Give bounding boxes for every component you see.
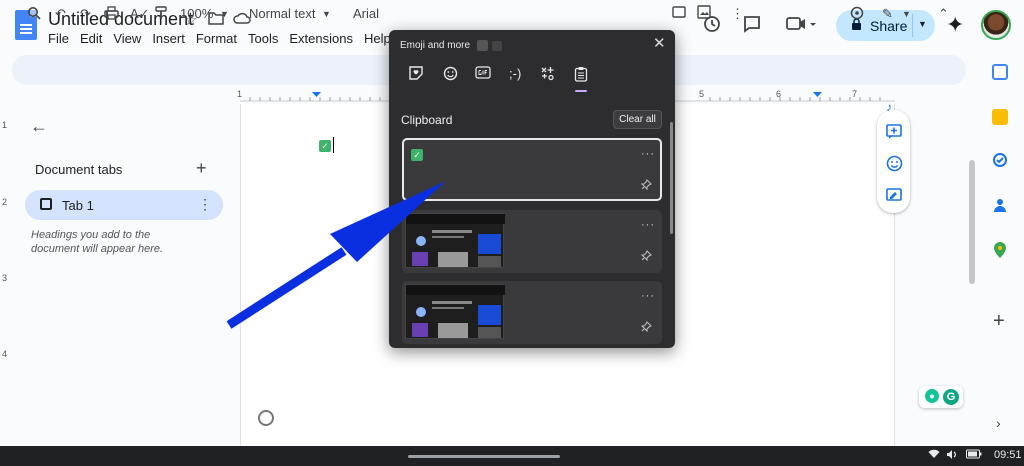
clipboard-item-more[interactable]: ···	[641, 219, 655, 231]
pin-icon[interactable]	[640, 179, 652, 193]
menu-edit[interactable]: Edit	[80, 31, 102, 46]
tab-1[interactable]	[25, 190, 223, 220]
suggest-edits-icon[interactable]	[886, 188, 902, 208]
menu-insert[interactable]: Insert	[152, 31, 185, 46]
tab-stickers-icon[interactable]	[409, 66, 423, 83]
menu-tools[interactable]: Tools	[248, 31, 278, 46]
spellcheck-icon[interactable]: A✓	[130, 6, 150, 22]
comments-icon[interactable]	[742, 14, 762, 39]
emoji-reaction-icon[interactable]	[886, 155, 903, 176]
tab-symbols-icon[interactable]	[540, 66, 555, 84]
add-comment-icon[interactable]	[886, 124, 902, 144]
clipboard-section-title: Clipboard	[401, 113, 453, 127]
vruler-number: 2	[2, 197, 8, 207]
text-cursor	[333, 137, 334, 153]
grammarly-logo-icon[interactable]: G	[943, 389, 959, 405]
style-dropdown-icon[interactable]: ▼	[322, 9, 331, 19]
clear-all-button[interactable]: Clear all	[613, 110, 662, 129]
edit-icon[interactable]: ♪	[886, 100, 892, 114]
check-emoji-icon: ✓	[319, 140, 331, 152]
panel-scrollbar[interactable]	[670, 122, 673, 234]
page-scrollbar[interactable]	[969, 160, 975, 284]
pin-icon[interactable]	[640, 321, 652, 335]
clipboard-item-more[interactable]: ···	[641, 148, 655, 160]
tasks-icon[interactable]	[992, 152, 1008, 168]
maps-icon[interactable]	[992, 241, 1008, 258]
clipboard-item[interactable]	[402, 138, 662, 201]
tab-kaomoji-icon[interactable]: ;-)	[509, 66, 521, 81]
search-menus-icon[interactable]	[27, 6, 41, 23]
more-options-icon[interactable]: ⋮	[731, 6, 744, 22]
vruler-number: 4	[2, 349, 8, 359]
font-select[interactable]: Arial	[353, 6, 379, 21]
volume-icon[interactable]	[946, 449, 958, 463]
active-tab-indicator	[575, 90, 587, 92]
back-arrow-icon[interactable]: ←	[30, 116, 48, 137]
editing-mode-icon[interactable]	[849, 5, 865, 24]
document-title[interactable]: Untitled document	[48, 9, 193, 30]
menu-view[interactable]: View	[113, 31, 141, 46]
pencil-icon[interactable]: ✎	[882, 6, 893, 22]
home-handle[interactable]	[408, 455, 560, 458]
period-key-icon	[492, 41, 502, 51]
windows-key-icon	[477, 40, 488, 51]
insert-link-icon[interactable]	[672, 5, 686, 22]
document-tab-icon	[40, 198, 52, 210]
menu-extensions[interactable]: Extensions	[289, 31, 353, 46]
expand-panel-icon[interactable]: ›	[996, 415, 1001, 431]
calendar-icon[interactable]	[992, 64, 1008, 80]
zoom-select[interactable]: 100%	[180, 6, 213, 21]
pencil-dropdown-icon[interactable]: ▼	[902, 9, 911, 19]
vruler-number: 3	[2, 273, 8, 283]
tab-clipboard-icon[interactable]	[574, 66, 588, 85]
close-icon[interactable]: ✕	[653, 34, 666, 52]
insert-image-icon[interactable]	[697, 5, 711, 22]
clock[interactable]: 09:51	[994, 449, 1022, 461]
check-emoji-icon: ✓	[411, 149, 423, 161]
screenshot-thumbnail	[405, 284, 505, 339]
ruler-number: 7	[852, 89, 858, 99]
avatar[interactable]	[981, 10, 1011, 40]
tab-gif-icon[interactable]	[475, 66, 491, 82]
grammarly-suggestion-icon[interactable]: ●	[925, 389, 939, 403]
tab-emoji-icon[interactable]	[443, 66, 458, 84]
redo-icon[interactable]: ↷	[80, 6, 91, 22]
emoji-panel-title: Emoji and more	[400, 40, 471, 51]
print-icon[interactable]	[104, 6, 119, 23]
menu-format[interactable]: Format	[196, 31, 237, 46]
paint-format-icon[interactable]	[155, 6, 167, 23]
contacts-icon[interactable]	[992, 197, 1008, 213]
pin-icon[interactable]	[640, 250, 652, 264]
share-dropdown-icon[interactable]: ▼	[918, 19, 927, 29]
meet-icon[interactable]	[785, 14, 817, 39]
vruler-number: 1	[2, 120, 8, 130]
document-tabs-title: Document tabs	[35, 162, 123, 177]
style-select[interactable]: Normal text	[249, 6, 315, 21]
ruler-number: 1	[237, 89, 243, 99]
add-tab-icon[interactable]: +	[196, 158, 207, 179]
add-addon-icon[interactable]: +	[993, 310, 1005, 333]
clipboard-item-more[interactable]: ···	[641, 290, 655, 302]
menu-file[interactable]: File	[48, 31, 69, 46]
undo-icon[interactable]: ↶	[55, 6, 66, 22]
tabs-hint-text: Headings you add to the document will ap…	[31, 229, 164, 255]
wifi-icon[interactable]	[928, 449, 940, 462]
screenshot-thumbnail	[405, 213, 505, 268]
keep-icon[interactable]	[992, 109, 1008, 125]
menu-help[interactable]: Help	[364, 31, 391, 46]
collapse-toolbar-icon[interactable]: ⌃	[938, 6, 949, 22]
tab-label: Tab 1	[62, 198, 94, 213]
fingerprint-icon[interactable]	[258, 410, 274, 426]
battery-icon[interactable]	[966, 449, 982, 462]
ruler-number: 5	[699, 89, 705, 99]
tab-options-icon[interactable]: ⋮	[198, 196, 212, 213]
menu-bar: File Edit View Insert Format Tools Exten…	[48, 31, 402, 46]
ruler-number: 6	[776, 89, 782, 99]
zoom-dropdown-icon[interactable]: ▼	[220, 9, 229, 19]
